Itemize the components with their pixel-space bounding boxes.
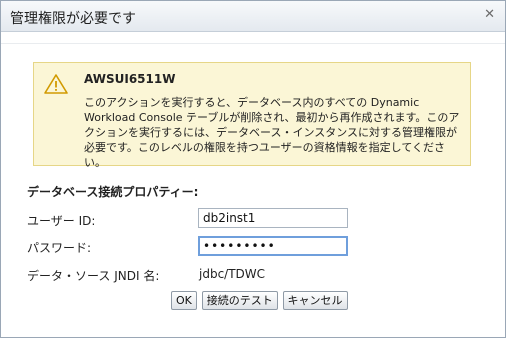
jndi-name-value: jdbc/TDWC <box>199 267 266 281</box>
password-field[interactable]: ••••••••• <box>198 236 348 256</box>
warning-message: このアクションを実行すると、データベース内のすべての Dynamic Workl… <box>84 96 460 169</box>
password-label: パスワード: <box>27 241 92 255</box>
dialog-titlebar: 管理権限が必要です ✕ <box>1 1 505 32</box>
dialog-title: 管理権限が必要です <box>10 11 136 27</box>
divider <box>1 43 505 44</box>
user-id-label: ユーザー ID: <box>27 214 96 228</box>
warning-code: AWSUI6511W <box>84 72 176 86</box>
section-title: データベース接続プロパティー: <box>27 185 199 199</box>
ok-button[interactable]: OK <box>171 291 197 310</box>
close-icon[interactable]: ✕ <box>484 7 495 22</box>
warning-triangle-icon <box>44 74 68 94</box>
user-id-field[interactable] <box>198 208 348 228</box>
cancel-button[interactable]: キャンセル <box>282 291 348 310</box>
button-row: OK 接続のテスト キャンセル <box>171 291 349 311</box>
warning-box: AWSUI6511W このアクションを実行すると、データベース内のすべての Dy… <box>33 62 471 169</box>
test-connection-button[interactable]: 接続のテスト <box>201 291 278 310</box>
jndi-name-label: データ・ソース JNDI 名: <box>27 269 160 283</box>
admin-permission-dialog: 管理権限が必要です ✕ AWSUI6511W このアクションを実行すると、データ… <box>0 0 506 338</box>
